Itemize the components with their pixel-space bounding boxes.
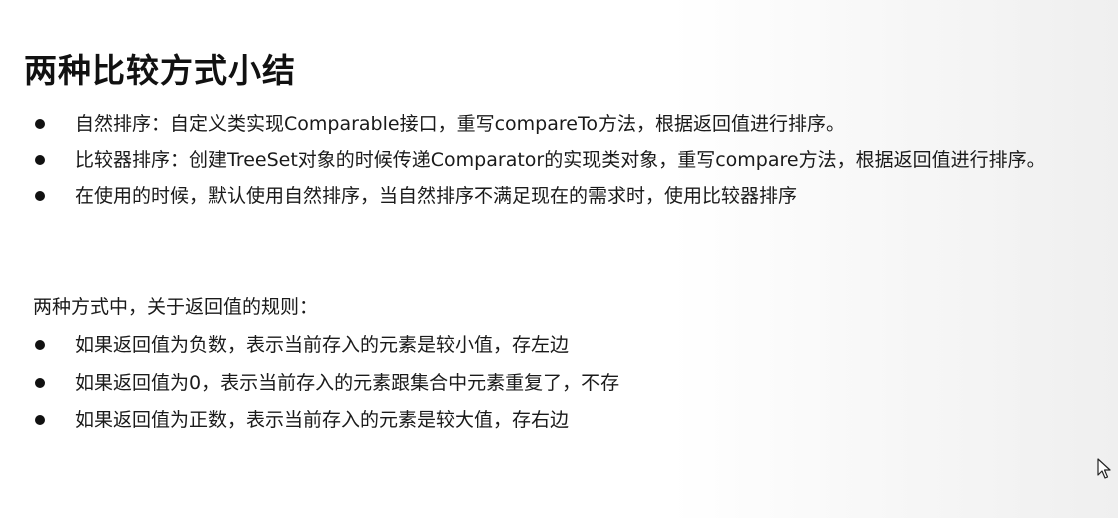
bullet-dot-icon — [35, 119, 45, 129]
bullet-dot-icon — [35, 340, 45, 350]
rules-heading: 两种方式中，关于返回值的规则： — [33, 296, 319, 318]
rule-item-text: 如果返回值为正数，表示当前存入的元素是较大值，存右边 — [75, 409, 570, 431]
slide-title: 两种比较方式小结 — [24, 51, 296, 90]
rule-item-text: 如果返回值为0，表示当前存入的元素跟集合中元素重复了，不存 — [75, 372, 620, 394]
summary-item-text: 在使用的时候，默认使用自然排序，当自然排序不满足现在的需求时，使用比较器排序 — [75, 185, 798, 207]
summary-item-text: 自然排序：自定义类实现Comparable接口，重写compareTo方法，根据… — [75, 113, 845, 135]
bullet-dot-icon — [35, 415, 45, 425]
bullet-dot-icon — [35, 378, 45, 388]
summary-item-text: 比较器排序：创建TreeSet对象的时候传递Comparator的实现类对象，重… — [75, 149, 1046, 171]
mouse-pointer-icon — [1097, 458, 1111, 479]
rule-item-text: 如果返回值为负数，表示当前存入的元素是较小值，存左边 — [75, 334, 570, 356]
bullet-dot-icon — [35, 155, 45, 165]
slide: 两种比较方式小结 自然排序：自定义类实现Comparable接口，重写compa… — [0, 0, 1118, 518]
bullet-dot-icon — [35, 191, 45, 201]
